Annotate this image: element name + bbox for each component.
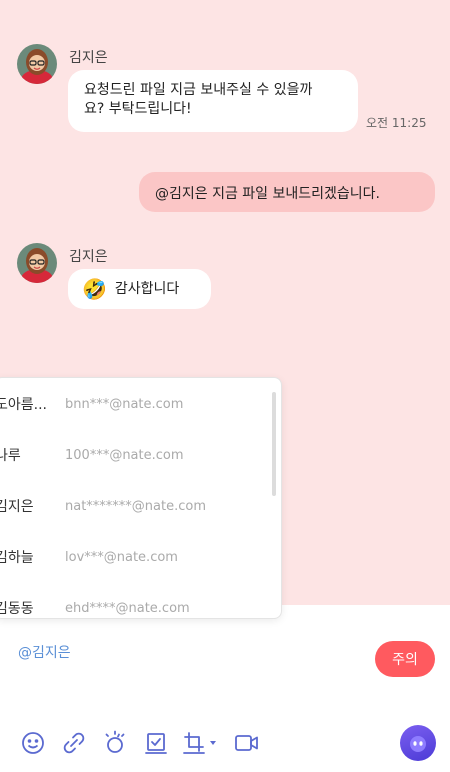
sparkle-icon[interactable]: [102, 730, 128, 756]
laughing-emoji-icon: 🤣: [82, 277, 107, 301]
popup-scrollbar[interactable]: [272, 392, 276, 496]
checklist-icon[interactable]: [143, 730, 169, 756]
avatar[interactable]: [17, 243, 57, 283]
avatar[interactable]: [17, 44, 57, 84]
sender-name: 김지은: [69, 249, 108, 265]
video-icon[interactable]: [234, 730, 260, 756]
message-text: @김지은 지금 파일 보내드리겠습니다.: [155, 186, 380, 202]
mention-name: 나루: [0, 448, 21, 464]
notice-button[interactable]: 주의: [375, 641, 435, 677]
mention-name: 도아름...: [0, 397, 47, 413]
mention-email: bnn***@nate.com: [65, 396, 184, 412]
mention-item[interactable]: 김동동 ehd****@nate.com: [0, 596, 275, 618]
sender-name: 김지은: [69, 50, 108, 66]
bot-assistant-button[interactable]: [400, 725, 436, 761]
mention-item[interactable]: 나루 100***@nate.com: [0, 443, 275, 467]
mention-name: 김동동: [0, 601, 34, 617]
crop-icon[interactable]: [182, 730, 222, 756]
emoji-icon[interactable]: [20, 730, 46, 756]
message-timestamp: 오전 11:25: [366, 116, 427, 130]
attach-icon[interactable]: [61, 730, 87, 756]
mention-item[interactable]: 김하늘 lov***@nate.com: [0, 545, 275, 569]
my-message-bubble[interactable]: @김지은 지금 파일 보내드리겠습니다.: [139, 172, 435, 212]
mention-email: lov***@nate.com: [65, 549, 178, 565]
mention-popup: 도아름... bnn***@nate.com 나루 100***@nate.co…: [0, 377, 282, 619]
mention-email: ehd****@nate.com: [65, 600, 190, 616]
mention-item[interactable]: 김지은 nat*******@nate.com: [0, 494, 275, 518]
mention-item[interactable]: 도아름... bnn***@nate.com: [0, 392, 275, 416]
bot-icon: [410, 736, 426, 752]
mention-name: 김하늘: [0, 550, 34, 566]
message-text: 감사합니다: [114, 280, 180, 297]
message-bubble[interactable]: 🤣 감사합니다: [68, 269, 211, 309]
mention-name: 김지은: [0, 499, 34, 515]
mention-email: nat*******@nate.com: [65, 498, 207, 514]
message-input[interactable]: @김지은: [18, 642, 71, 662]
mention-email: 100***@nate.com: [65, 447, 184, 463]
message-text-line: 요청드린 파일 지금 보내주실 수 있을까: [84, 82, 313, 98]
message-text-line: 요? 부탁드립니다!: [84, 101, 192, 117]
message-bubble[interactable]: 요청드린 파일 지금 보내주실 수 있을까 요? 부탁드립니다!: [68, 70, 358, 132]
